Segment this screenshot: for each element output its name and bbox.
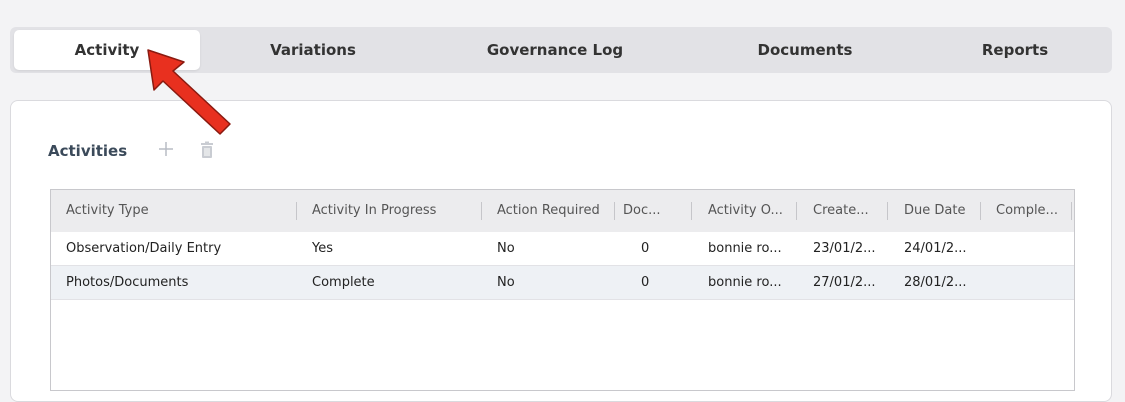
cell-created: 27/01/2...	[813, 275, 876, 290]
column-header-completed[interactable]: Comple...	[996, 190, 1066, 232]
cell-activity-owner: bonnie ro...	[708, 241, 782, 256]
column-header-created[interactable]: Create...	[813, 190, 883, 232]
tab-documents[interactable]: Documents	[700, 30, 910, 70]
column-divider[interactable]	[887, 202, 888, 220]
column-divider[interactable]	[296, 202, 297, 220]
column-header-activity-in-progress[interactable]: Activity In Progress	[312, 190, 477, 232]
tab-governance-log[interactable]: Governance Log	[450, 30, 660, 70]
column-header-action-required[interactable]: Action Required	[497, 190, 612, 232]
tab-variations[interactable]: Variations	[220, 30, 406, 70]
activities-table: Activity Type Activity In Progress Actio…	[50, 189, 1075, 391]
cell-activity-owner: bonnie ro...	[708, 275, 782, 290]
column-divider[interactable]	[980, 202, 981, 220]
trash-icon[interactable]	[199, 141, 215, 159]
cell-activity-in-progress: Complete	[312, 275, 375, 290]
column-divider[interactable]	[796, 202, 797, 220]
cell-completed	[996, 266, 1066, 299]
cell-documents: 0	[641, 241, 650, 256]
tab-reports[interactable]: Reports	[940, 30, 1090, 70]
section-title: Activities	[48, 142, 128, 160]
table-row[interactable]: Photos/Documents Complete No 0 bonnie ro…	[51, 266, 1074, 300]
cell-completed	[996, 232, 1066, 265]
cell-due-date: 24/01/2...	[904, 241, 967, 256]
cell-activity-type: Observation/Daily Entry	[66, 241, 222, 256]
column-divider[interactable]	[481, 202, 482, 220]
cell-due-date: 28/01/2...	[904, 275, 967, 290]
column-header-activity-owner[interactable]: Activity O...	[708, 190, 793, 232]
cell-activity-type: Photos/Documents	[66, 275, 189, 290]
table-header: Activity Type Activity In Progress Actio…	[51, 190, 1074, 232]
column-divider[interactable]	[691, 202, 692, 220]
plus-icon[interactable]	[156, 139, 176, 159]
column-header-documents[interactable]: Doc...	[623, 190, 678, 232]
cell-created: 23/01/2...	[813, 241, 876, 256]
cell-activity-in-progress: Yes	[312, 241, 333, 256]
column-header-activity-type[interactable]: Activity Type	[66, 190, 291, 232]
column-divider[interactable]	[1071, 202, 1072, 220]
annotation-arrow-icon	[147, 49, 231, 135]
table-row[interactable]: Observation/Daily Entry Yes No 0 bonnie …	[51, 232, 1074, 266]
column-header-due-date[interactable]: Due Date	[904, 190, 974, 232]
cell-action-required: No	[497, 275, 515, 290]
cell-action-required: No	[497, 241, 515, 256]
column-divider[interactable]	[614, 202, 615, 220]
cell-documents: 0	[641, 275, 650, 290]
